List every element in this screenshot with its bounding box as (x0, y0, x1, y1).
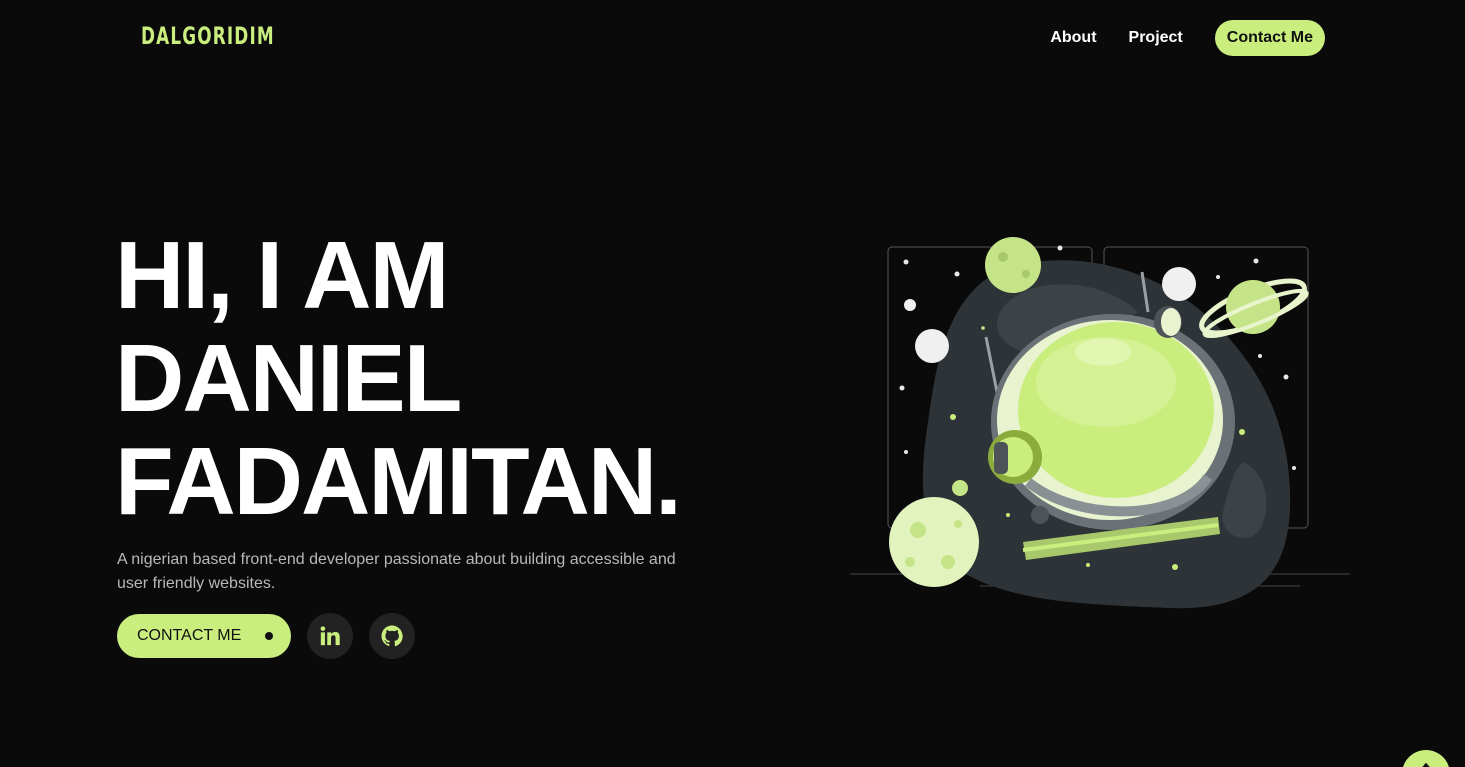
contact-me-button[interactable]: CONTACT ME (117, 614, 292, 658)
hero-title-line: FADAMITAN. (115, 428, 682, 535)
hero-actions: CONTACT ME (117, 613, 416, 659)
github-link[interactable] (369, 613, 416, 659)
page: DALGORIDIM About Project Contact Me HI, … (0, 0, 1465, 767)
scroll-top-button[interactable] (1402, 750, 1450, 767)
arrow-up-icon (1422, 762, 1430, 767)
dot-icon (265, 632, 274, 640)
hero-title: HI, I AM DANIEL FADAMITAN. (115, 222, 682, 535)
contact-me-label: CONTACT ME (137, 627, 242, 644)
astronaut-helmet-space-illustration (850, 237, 1350, 609)
hero-title-line: HI, I AM (115, 222, 449, 329)
nav-project-link[interactable]: Project (1129, 29, 1183, 47)
hero-subtitle: A nigerian based front-end developer pas… (117, 551, 676, 592)
nav-contact-button[interactable]: Contact Me (1214, 20, 1325, 56)
nav-about-link[interactable]: About (1050, 29, 1096, 47)
github-icon (381, 625, 403, 647)
linkedin-icon (320, 626, 341, 646)
hero-title-line: DANIEL (115, 325, 462, 432)
top-nav: About Project Contact Me (1050, 20, 1325, 56)
site-logo[interactable]: DALGORIDIM (141, 22, 275, 50)
linkedin-link[interactable] (307, 613, 354, 659)
